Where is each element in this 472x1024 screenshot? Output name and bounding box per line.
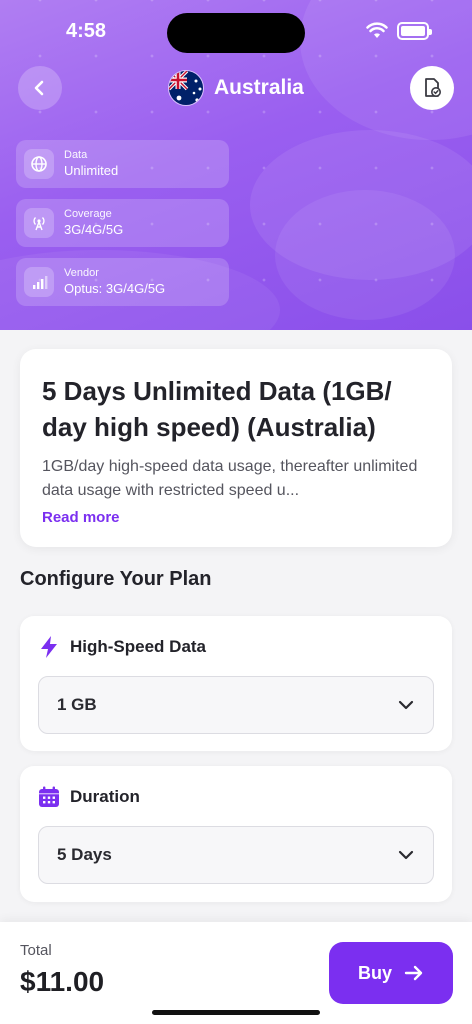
chevron-down-icon [398,700,414,710]
globe-icon [24,149,54,179]
plan-description: 1GB/day high-speed data usage, thereafte… [42,458,418,499]
status-time: 4:58 [66,20,107,42]
info-card-data: Data Unlimited [16,140,229,188]
info-label: Vendor [64,267,99,279]
duration-label: Duration [70,787,140,806]
calendar-icon [39,786,59,807]
duration-card: Duration 5 Days [20,766,452,902]
header-hero: 4:58 Australia Data Unlimited Coverage 3… [0,0,472,330]
battery-icon [397,22,432,40]
country-name: Australia [214,76,304,99]
high-speed-data-label: High-Speed Data [70,637,207,656]
info-value: 3G/4G/5G [64,222,124,237]
configure-section-title: Configure Your Plan [20,568,212,590]
info-label: Coverage [64,208,112,220]
buy-button[interactable]: Buy [329,942,453,1004]
total-label: Total [20,942,52,959]
info-card-coverage: Coverage 3G/4G/5G [16,199,229,247]
high-speed-data-card: High-Speed Data 1 GB [20,616,452,751]
home-indicator [152,1010,320,1015]
high-speed-data-value: 1 GB [57,695,97,714]
antenna-icon [24,208,54,238]
chevron-left-icon [34,80,44,96]
sim-check-icon [425,78,441,97]
support-button[interactable] [410,66,454,110]
arrow-right-icon [404,965,423,981]
high-speed-data-select[interactable]: 1 GB [38,676,434,734]
info-card-vendor: Vendor Optus: 3G/4G/5G [16,258,229,306]
info-label: Data [64,149,88,161]
wifi-icon [366,22,388,38]
lightning-icon [41,636,57,658]
country-header: Australia [168,70,304,106]
status-bar: 4:58 [0,0,472,62]
duration-value: 5 Days [57,845,112,864]
signal-bars-icon [24,267,54,297]
plan-title: 5 Days Unlimited Data (1GB/ day high spe… [42,376,392,442]
back-button[interactable] [18,66,62,110]
info-value: Optus: 3G/4G/5G [64,281,166,296]
buy-button-label: Buy [357,962,392,983]
read-more-link[interactable]: Read more [42,509,430,526]
total-price: $11.00 [20,966,105,997]
info-value: Unlimited [64,163,119,178]
duration-select[interactable]: 5 Days [38,826,434,884]
dynamic-island [167,13,305,53]
plan-card: 5 Days Unlimited Data (1GB/ day high spe… [20,349,452,547]
checkout-footer: Total $11.00 Buy [0,922,472,1024]
australia-flag-icon [168,70,204,106]
chevron-down-icon [398,850,414,860]
